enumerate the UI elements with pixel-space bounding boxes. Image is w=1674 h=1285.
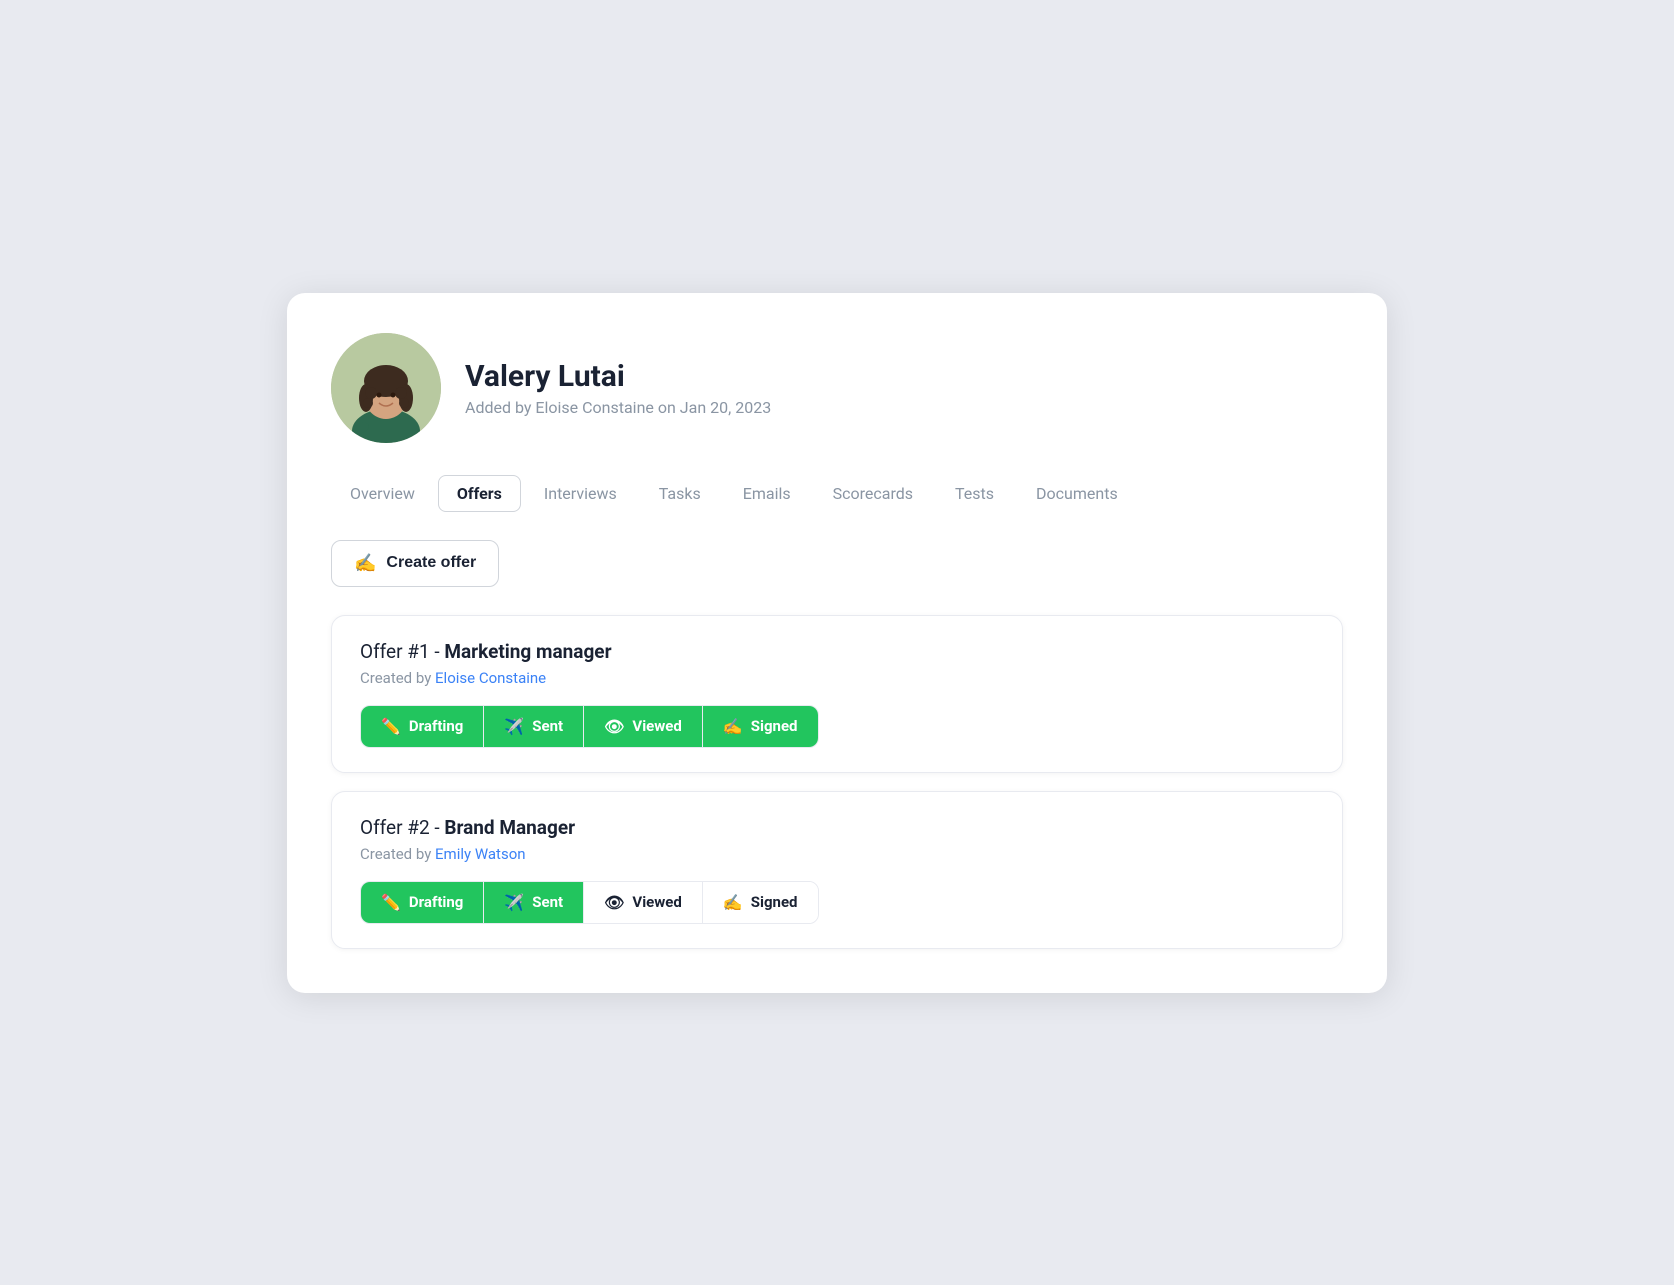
sent-icon: ✈️ — [504, 717, 524, 736]
tab-scorecards[interactable]: Scorecards — [814, 475, 932, 512]
offer-1-title: Offer #1 - Marketing manager — [360, 640, 1314, 663]
signed-label-2: Signed — [751, 893, 798, 911]
signed-icon: ✍️ — [723, 717, 743, 736]
offer-1-creator-link[interactable]: Eloise Constaine — [435, 669, 546, 687]
create-offer-button[interactable]: ✍️ Create offer — [331, 540, 499, 587]
signed-label: Signed — [751, 717, 798, 735]
sent-label: Sent — [532, 717, 563, 735]
tabs: Overview Offers Interviews Tasks Emails … — [331, 475, 1343, 512]
avatar — [331, 333, 441, 443]
offer-card-1: Offer #1 - Marketing manager Created by … — [331, 615, 1343, 773]
drafting-icon-2: ✏️ — [381, 893, 401, 912]
offer-2-prefix: Offer #2 - — [360, 816, 444, 839]
offers-list: Offer #1 - Marketing manager Created by … — [331, 615, 1343, 949]
tab-documents[interactable]: Documents — [1017, 475, 1137, 512]
offer-2-step-drafting[interactable]: ✏️ Drafting — [361, 882, 483, 923]
offer-2-creator-link[interactable]: Emily Watson — [435, 845, 526, 863]
tab-interviews[interactable]: Interviews — [525, 475, 636, 512]
profile-subtitle: Added by Eloise Constaine on Jan 20, 202… — [465, 398, 771, 417]
tab-emails[interactable]: Emails — [724, 475, 810, 512]
offer-1-step-sent[interactable]: ✈️ Sent — [483, 706, 583, 747]
candidate-name: Valery Lutai — [465, 359, 771, 394]
offer-card-2: Offer #2 - Brand Manager Created by Emil… — [331, 791, 1343, 949]
offer-1-created: Created by Eloise Constaine — [360, 669, 1314, 687]
offer-1-prefix: Offer #1 - — [360, 640, 444, 663]
viewed-label: Viewed — [632, 717, 681, 735]
offer-2-step-sent[interactable]: ✈️ Sent — [483, 882, 583, 923]
offer-2-title: Offer #2 - Brand Manager — [360, 816, 1314, 839]
offer-2-bold: Brand Manager — [444, 816, 575, 839]
sent-icon-2: ✈️ — [504, 893, 524, 912]
main-card: Valery Lutai Added by Eloise Constaine o… — [287, 293, 1387, 993]
tab-tasks[interactable]: Tasks — [640, 475, 720, 512]
offer-2-created-label: Created by — [360, 845, 435, 863]
create-offer-label: Create offer — [386, 554, 476, 572]
drafting-label-2: Drafting — [409, 893, 463, 911]
profile-header: Valery Lutai Added by Eloise Constaine o… — [331, 333, 1343, 443]
profile-info: Valery Lutai Added by Eloise Constaine o… — [465, 359, 771, 417]
offer-1-created-label: Created by — [360, 669, 435, 687]
create-offer-icon: ✍️ — [354, 553, 376, 574]
viewed-icon: 👁 — [604, 717, 624, 736]
tab-tests[interactable]: Tests — [936, 475, 1013, 512]
offer-2-step-viewed[interactable]: 👁 Viewed — [583, 882, 702, 923]
offer-1-step-drafting[interactable]: ✏️ Drafting — [361, 706, 483, 747]
tab-offers[interactable]: Offers — [438, 475, 521, 512]
drafting-icon: ✏️ — [381, 717, 401, 736]
tab-overview[interactable]: Overview — [331, 475, 434, 512]
offer-1-bold: Marketing manager — [444, 640, 611, 663]
drafting-label: Drafting — [409, 717, 463, 735]
viewed-label-2: Viewed — [632, 893, 681, 911]
offer-1-step-signed[interactable]: ✍️ Signed — [702, 706, 818, 747]
offer-1-status-bar: ✏️ Drafting ✈️ Sent 👁 Viewed ✍️ Signed — [360, 705, 819, 748]
offer-1-step-viewed[interactable]: 👁 Viewed — [583, 706, 702, 747]
viewed-icon-2: 👁 — [604, 893, 624, 912]
offer-2-step-signed[interactable]: ✍️ Signed — [702, 882, 818, 923]
offer-2-status-bar: ✏️ Drafting ✈️ Sent 👁 Viewed ✍️ Signed — [360, 881, 819, 924]
signed-icon-2: ✍️ — [723, 893, 743, 912]
sent-label-2: Sent — [532, 893, 563, 911]
offer-2-created: Created by Emily Watson — [360, 845, 1314, 863]
